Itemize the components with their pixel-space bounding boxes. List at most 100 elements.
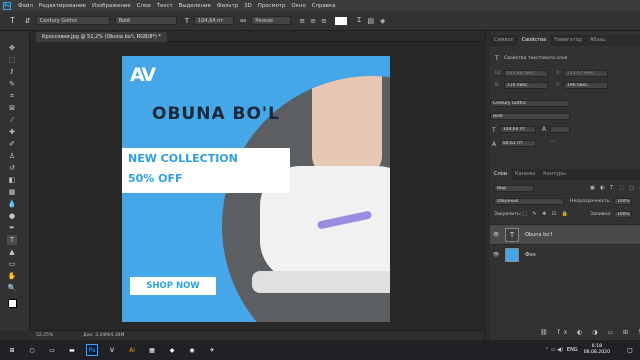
zoom-tool-icon[interactable]: 🔍 bbox=[7, 283, 17, 293]
windows-start-icon[interactable]: ⊞ bbox=[6, 344, 18, 356]
path-select-tool-icon[interactable]: ▲ bbox=[7, 247, 17, 257]
layer-row[interactable]: 👁 T Obuna bo'l bbox=[490, 224, 640, 244]
chrome-icon[interactable]: ◉ bbox=[186, 344, 198, 356]
menu-help[interactable]: Справка bbox=[309, 3, 339, 9]
photoshop-app-icon[interactable]: Ps bbox=[3, 1, 11, 10]
layer-name[interactable]: Фон bbox=[525, 252, 536, 258]
menu-view[interactable]: Просмотр bbox=[255, 3, 289, 9]
menu-edit[interactable]: Редактирование bbox=[36, 3, 89, 9]
task-view-icon[interactable]: ▭ bbox=[46, 344, 58, 356]
align-left-icon[interactable]: ≡ bbox=[299, 17, 305, 25]
shape-tool-icon[interactable]: ▭ bbox=[7, 259, 17, 269]
tab-layers[interactable]: Слои bbox=[490, 169, 511, 180]
search-icon[interactable]: ○ bbox=[26, 344, 38, 356]
opacity-field[interactable]: 100% bbox=[614, 198, 632, 205]
vector-app-icon[interactable]: V bbox=[106, 344, 118, 356]
tab-paths[interactable]: Контуры bbox=[539, 169, 570, 180]
fill-field[interactable]: 100% bbox=[614, 211, 632, 218]
height-field[interactable]: 116 пикс. bbox=[504, 82, 548, 89]
pen-tool-icon[interactable]: ✒ bbox=[7, 223, 17, 233]
type-tool-icon-active[interactable]: T bbox=[7, 235, 17, 245]
layer-filter-icons[interactable]: ▣ ◐ T ⬚ ▢ ● bbox=[590, 185, 640, 191]
crop-tool-icon[interactable]: ⌗ bbox=[7, 91, 17, 101]
lock-icons[interactable]: ⬚ ✎ ✥ ⊡ 🔒 bbox=[522, 211, 570, 217]
healing-tool-icon[interactable]: ✚ bbox=[7, 127, 17, 137]
tab-navigator[interactable]: Навигатор bbox=[550, 35, 586, 46]
canvas-workspace[interactable]: AV OBUNA BO'L NEW COLLECTION 50% OFF SHO… bbox=[30, 42, 484, 330]
layer-row[interactable]: 👁 Фон bbox=[490, 244, 640, 264]
text-color-swatch[interactable] bbox=[334, 16, 347, 25]
quick-select-tool-icon[interactable]: ✎ bbox=[7, 79, 17, 89]
document-canvas[interactable]: AV OBUNA BO'L NEW COLLECTION 50% OFF SHO… bbox=[122, 56, 390, 322]
document-tab[interactable]: Кроссовки.jpg @ 52,2% (Obuna bo'l, RGB/8… bbox=[36, 32, 167, 42]
visibility-eye-icon[interactable]: 👁 bbox=[490, 232, 502, 238]
font-style-select[interactable]: Bold bbox=[114, 16, 177, 25]
eraser-tool-icon[interactable]: ◧ bbox=[7, 175, 17, 185]
align-right-icon[interactable]: ≡ bbox=[321, 17, 327, 25]
y-field[interactable]: 196 пикс. bbox=[564, 82, 608, 89]
figma-icon[interactable]: ◆ bbox=[166, 344, 178, 356]
x-field[interactable]: 113,67 пикс. bbox=[564, 70, 608, 77]
notifications-icon[interactable]: ▢ bbox=[624, 344, 636, 356]
prop-font-size[interactable]: 104,64 пт bbox=[500, 126, 536, 133]
photoshop-taskbar-icon[interactable]: Ps bbox=[86, 344, 98, 356]
dodge-tool-icon[interactable]: ● bbox=[7, 211, 17, 221]
clock[interactable]: 6:18 08.08.2020 bbox=[584, 344, 610, 356]
move-tool-icon[interactable]: ✥ bbox=[7, 43, 17, 53]
font-size-select[interactable]: 104,64 пт bbox=[194, 16, 235, 25]
visibility-eye-icon[interactable]: 👁 bbox=[490, 252, 502, 258]
tab-channels[interactable]: Каналы bbox=[511, 169, 539, 180]
prop-leading[interactable]: 80,61 пт bbox=[500, 140, 536, 147]
tray-icons[interactable]: ⌃ ▭ ◀) bbox=[545, 347, 563, 353]
more-options-icon[interactable]: ⋯ bbox=[550, 138, 556, 145]
prop-font-style[interactable]: Bold bbox=[490, 113, 570, 120]
status-bar: 52,25% Док: 3,34M/4,34M bbox=[30, 330, 484, 340]
gradient-tool-icon[interactable]: ▦ bbox=[7, 187, 17, 197]
menu-filter[interactable]: Фильтр bbox=[214, 3, 241, 9]
menu-layers[interactable]: Слои bbox=[134, 3, 154, 9]
eyedropper-tool-icon[interactable]: ⁄ bbox=[7, 115, 17, 125]
telegram-icon[interactable]: ✈ bbox=[206, 344, 218, 356]
font-family-select[interactable]: Century Gothic bbox=[35, 16, 110, 25]
marquee-tool-icon[interactable]: ⬚ bbox=[7, 55, 17, 65]
foreground-color-swatch[interactable] bbox=[8, 299, 17, 308]
tab-paragraph[interactable]: Абзац bbox=[586, 35, 610, 46]
character-panel-icon[interactable]: ▤ bbox=[367, 17, 374, 25]
warp-text-icon[interactable]: Ꮖ bbox=[357, 16, 362, 25]
align-center-icon[interactable]: ≡ bbox=[310, 17, 316, 25]
layer-name[interactable]: Obuna bo'l bbox=[525, 232, 552, 238]
prop-font-family[interactable]: Century Gothic bbox=[490, 100, 570, 107]
3d-icon[interactable]: ◈ bbox=[380, 17, 385, 25]
illustrator-taskbar-icon[interactable]: Ai bbox=[126, 344, 138, 356]
layer-kind-filter[interactable]: Вид bbox=[494, 185, 534, 192]
frame-tool-icon[interactable]: ⊠ bbox=[7, 103, 17, 113]
menu-3d[interactable]: 3D bbox=[241, 3, 255, 9]
menu-file[interactable]: Файл bbox=[15, 3, 36, 9]
lasso-tool-icon[interactable]: ℓ bbox=[7, 67, 17, 77]
menu-type[interactable]: Текст bbox=[154, 3, 176, 9]
explorer-icon[interactable]: ▬ bbox=[66, 344, 78, 356]
hand-tool-icon[interactable]: ✋ bbox=[7, 271, 17, 281]
tracking-field[interactable] bbox=[550, 126, 570, 133]
app-icon[interactable]: ▦ bbox=[146, 344, 158, 356]
history-brush-tool-icon[interactable]: ↺ bbox=[7, 163, 17, 173]
tab-character[interactable]: Символ bbox=[490, 35, 518, 46]
type-tool-icon[interactable]: T bbox=[10, 16, 15, 25]
orientation-toggle-icon[interactable]: ⇵ bbox=[25, 17, 31, 25]
layer-footer-icons[interactable]: ⛓ fx ◐ ◑ ▭ ⊞ 🗑 bbox=[540, 329, 640, 336]
menu-window[interactable]: Окно bbox=[288, 3, 308, 9]
language-indicator[interactable]: ENG bbox=[567, 347, 578, 353]
stamp-tool-icon[interactable]: ♙ bbox=[7, 151, 17, 161]
width-field[interactable]: 623,88 пикс. bbox=[504, 70, 548, 77]
brand-title-text[interactable]: OBUNA BO'L bbox=[152, 104, 280, 124]
blend-mode-select[interactable]: Обычные bbox=[494, 198, 564, 205]
image-layer-thumbnail bbox=[505, 247, 519, 262]
blur-tool-icon[interactable]: 💧 bbox=[7, 199, 17, 209]
tab-properties[interactable]: Свойства bbox=[517, 35, 551, 46]
brush-tool-icon[interactable]: ✐ bbox=[7, 139, 17, 149]
brand-logo: AV bbox=[130, 64, 156, 86]
antialias-select[interactable]: Резкое bbox=[251, 16, 292, 25]
menu-select[interactable]: Выделение bbox=[176, 3, 214, 9]
menu-image[interactable]: Изображение bbox=[89, 3, 134, 9]
zoom-level[interactable]: 52,25% bbox=[36, 333, 53, 338]
